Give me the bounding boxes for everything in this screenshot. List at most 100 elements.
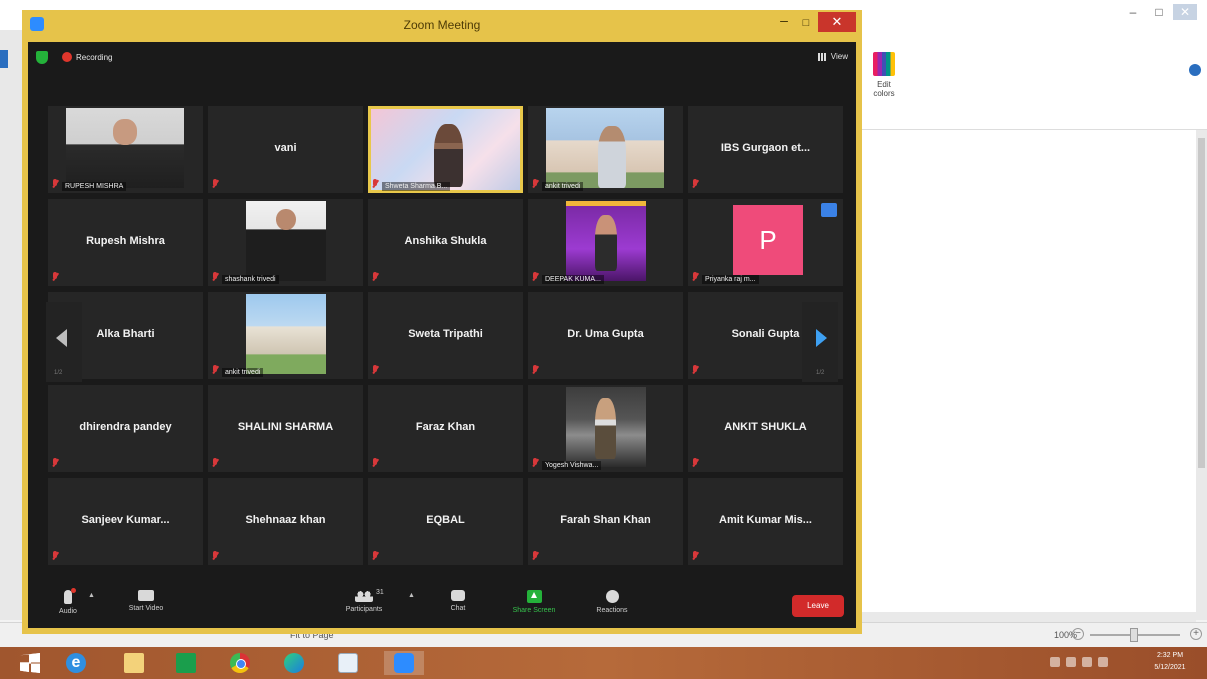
participant-video — [66, 108, 184, 188]
muted-microphone-icon — [51, 551, 59, 561]
participant-tile[interactable]: Sanjeev Kumar... — [48, 478, 203, 565]
taskbar-edge[interactable] — [274, 651, 314, 675]
participant-tile[interactable]: RUPESH MISHRA — [48, 106, 203, 193]
muted-microphone-icon — [371, 272, 379, 282]
participant-tile[interactable]: shashank trivedi — [208, 199, 363, 286]
edit-colors-label: Edit colors — [873, 80, 895, 98]
participant-name: EQBAL — [426, 514, 465, 526]
participant-video — [246, 294, 326, 374]
participant-tile[interactable]: Farah Shan Khan — [528, 478, 683, 565]
participant-tile[interactable]: SHALINI SHARMA — [208, 385, 363, 472]
chrome-icon — [230, 653, 250, 673]
badge-icon — [821, 203, 837, 217]
clock-time: 2:32 PM — [1156, 652, 1184, 659]
store-icon — [176, 653, 196, 673]
meeting-area: Recording View RUPESH MISHRA vani Shweta S… — [28, 42, 856, 628]
reactions-label: Reactions — [596, 607, 628, 614]
participant-tile[interactable]: ankit trivedi — [208, 292, 363, 379]
previous-page-button[interactable]: 1/2 — [46, 302, 82, 382]
start-button[interactable] — [10, 651, 50, 675]
participant-tile[interactable]: dhirendra pandey — [48, 385, 203, 472]
muted-microphone-icon — [371, 551, 379, 561]
taskbar-paint[interactable] — [328, 651, 368, 675]
muted-microphone-icon — [211, 272, 219, 282]
view-label: View — [830, 52, 848, 61]
muted-microphone-icon — [531, 551, 539, 561]
share-screen-label: Share Screen — [512, 607, 556, 614]
participant-tile[interactable]: ankit trivedi — [528, 106, 683, 193]
taskbar-clock[interactable]: 2:32 PM 5/12/2021 — [1140, 650, 1200, 674]
participant-name: Sweta Tripathi — [408, 328, 483, 340]
grid-view-icon — [817, 52, 827, 61]
leave-button[interactable]: Leave — [792, 595, 844, 617]
background-maximize-button[interactable]: □ — [1147, 4, 1171, 20]
participants-button[interactable]: Participants — [334, 590, 394, 613]
taskbar-internet-explorer[interactable]: e — [56, 651, 96, 675]
start-video-label: Start Video — [128, 605, 164, 612]
participant-tile[interactable]: Sweta Tripathi — [368, 292, 523, 379]
maximize-button[interactable]: □ — [796, 14, 816, 32]
taskbar-chrome[interactable] — [220, 651, 260, 675]
participant-tile[interactable]: Shweta Sharma B... — [368, 106, 523, 193]
minimize-button[interactable]: – — [774, 13, 794, 32]
share-screen-button[interactable]: Share Screen — [500, 590, 568, 614]
zoom-out-button[interactable]: − — [1072, 628, 1084, 640]
participant-name: shashank trivedi — [222, 275, 279, 284]
page-indicator-right: 1/2 — [816, 370, 825, 376]
participant-name: ankit trivedi — [542, 182, 584, 191]
zoom-in-button[interactable]: + — [1190, 628, 1202, 640]
shield-icon[interactable] — [36, 51, 48, 64]
muted-microphone-icon — [691, 179, 699, 189]
recording-icon — [62, 52, 72, 62]
participant-tile[interactable]: Amit Kumar Mis... — [688, 478, 843, 565]
participant-tile[interactable]: Yogesh Vishwa... — [528, 385, 683, 472]
start-video-button[interactable]: Start Video — [116, 590, 176, 612]
taskbar-zoom[interactable] — [384, 651, 424, 675]
participant-tile[interactable]: Rupesh Mishra — [48, 199, 203, 286]
zoom-slider-thumb[interactable] — [1130, 628, 1138, 642]
muted-microphone-icon — [211, 365, 219, 375]
participant-tile[interactable]: Faraz Khan — [368, 385, 523, 472]
background-close-button[interactable]: ✕ — [1173, 4, 1197, 20]
system-tray — [1050, 655, 1130, 669]
participant-tile[interactable]: EQBAL — [368, 478, 523, 565]
participants-label: Participants — [345, 606, 383, 613]
help-icon[interactable] — [1189, 64, 1201, 76]
participant-tile[interactable]: vani — [208, 106, 363, 193]
participant-tile[interactable]: Anshika Shukla — [368, 199, 523, 286]
recording-label: Recording — [76, 53, 113, 62]
background-minimize-button[interactable]: – — [1121, 4, 1145, 20]
taskbar-store[interactable] — [166, 651, 206, 675]
reactions-icon — [605, 590, 619, 603]
chat-icon — [451, 590, 465, 601]
muted-microphone-icon — [371, 179, 379, 189]
participant-tile[interactable]: ANKIT SHUKLA — [688, 385, 843, 472]
participants-options-chevron-icon[interactable]: ▲ — [408, 592, 415, 599]
next-page-button[interactable]: 1/2 — [802, 302, 838, 382]
chat-button[interactable]: Chat — [438, 590, 478, 612]
scrollbar-thumb[interactable] — [1198, 138, 1205, 468]
participants-count: 31 — [376, 589, 384, 596]
edge-icon — [284, 653, 304, 673]
view-button[interactable]: View — [817, 52, 848, 61]
participant-tile[interactable]: P Priyanka raj m... — [688, 199, 843, 286]
reactions-button[interactable]: Reactions — [584, 590, 640, 614]
participant-tile[interactable]: DEEPAK KUMA... — [528, 199, 683, 286]
edit-colors-button[interactable]: Edit colors — [868, 52, 900, 98]
network-icon[interactable] — [1066, 657, 1076, 667]
audio-button[interactable]: Audio — [48, 588, 88, 615]
participant-tile[interactable]: IBS Gurgaon et... — [688, 106, 843, 193]
flag-icon[interactable] — [1098, 657, 1108, 667]
volume-icon[interactable] — [1082, 657, 1092, 667]
tray-chevron-icon[interactable] — [1050, 657, 1060, 667]
taskbar-file-explorer[interactable] — [114, 651, 154, 675]
close-button[interactable]: ✕ — [818, 12, 856, 32]
participant-tile[interactable]: Shehnaaz khan — [208, 478, 363, 565]
background-vertical-scrollbar[interactable] — [1196, 130, 1207, 620]
background-horizontal-scrollbar[interactable] — [858, 612, 1196, 622]
participant-tile[interactable]: Dr. Uma Gupta — [528, 292, 683, 379]
participant-name: vani — [274, 142, 297, 154]
windows-logo-icon — [20, 653, 40, 673]
audio-options-chevron-icon[interactable]: ▲ — [88, 592, 95, 599]
arrow-right-icon — [816, 329, 827, 347]
